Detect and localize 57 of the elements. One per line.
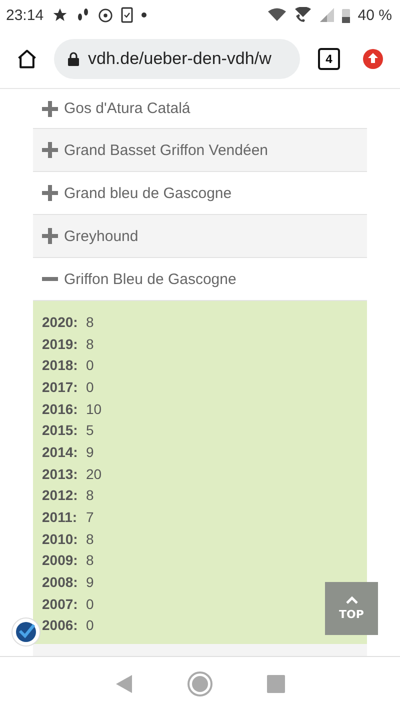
plus-icon [42,228,58,244]
back-icon[interactable] [115,674,133,694]
checkmark-badge-icon[interactable] [11,617,41,647]
plus-icon [42,185,58,201]
year-label: 2008: [42,574,79,590]
year-label: 2020: [42,314,79,330]
back-to-top-button[interactable]: TOP [325,582,378,635]
lock-icon [68,52,79,66]
count-value: 7 [86,509,94,526]
home-icon[interactable] [16,48,38,70]
year-label: 2012: [42,487,79,504]
count-value: 0 [86,357,94,374]
count-value: 8 [86,487,94,504]
address-bar[interactable]: vdh.de/ueber-den-vdh/w [54,39,300,79]
count-value: 8 [86,314,94,330]
plus-icon [42,100,58,116]
signal-icon [320,8,334,22]
year-label: 2018: [42,357,79,374]
year-label: 2016: [42,400,79,417]
count-value: 0 [86,378,94,395]
status-time: 23:14 [6,6,44,24]
star-icon [52,7,68,23]
year-label: 2007: [42,596,79,612]
year-label: 2015: [42,422,79,438]
phone-check-icon [120,7,133,23]
dot-icon [140,12,147,18]
ball-icon [98,8,113,22]
count-value: 8 [86,552,94,568]
count-value: 10 [86,400,102,417]
tab-count-button[interactable]: 4 [318,48,340,70]
count-value: 20 [86,466,102,482]
year-label: 2006: [42,617,79,634]
battery-icon [342,8,350,22]
count-value: 8 [86,336,94,352]
home-button-icon[interactable] [187,671,213,697]
year-label: 2017: [42,378,79,395]
wifi-icon [268,8,286,22]
year-label: 2011: [42,509,78,526]
count-value: 5 [86,422,94,438]
upload-icon[interactable] [362,48,384,70]
count-value: 0 [86,596,94,612]
count-value: 8 [86,530,94,547]
count-value: 9 [86,574,94,590]
battery-percent: 40 % [358,6,392,24]
footprints-icon [76,7,90,23]
count-value: 9 [86,444,94,460]
wifi-call-icon [294,7,312,23]
year-label: 2014: [42,444,79,460]
chevron-up-icon [346,596,358,604]
year-label: 2019: [42,336,79,352]
plus-icon [42,142,58,158]
count-value: 0 [86,617,94,634]
accordion-header[interactable]: Grand Basset Griffon Vendéen [33,129,367,172]
year-label: 2013: [42,466,79,482]
year-label: 2009: [42,552,79,568]
accordion-header[interactable]: Greyhound [33,215,367,258]
year-label: 2010: [42,530,79,547]
